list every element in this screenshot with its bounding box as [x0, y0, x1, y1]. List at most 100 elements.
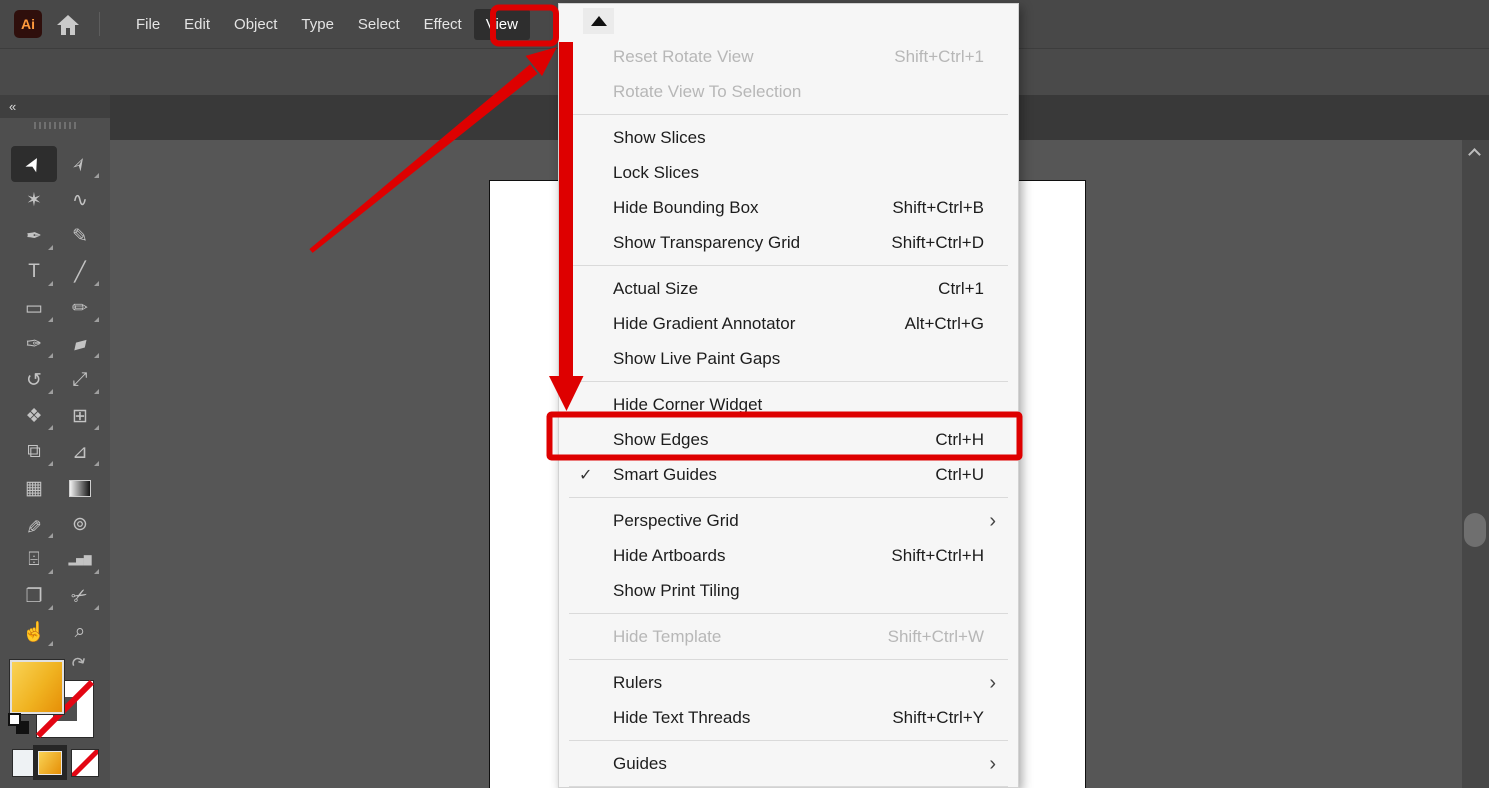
- symbol-sprayer-tool-icon: ⌹: [28, 549, 40, 570]
- checkmark-icon: ✓: [579, 466, 593, 484]
- scale-tool[interactable]: ⤢: [57, 362, 103, 398]
- menu-item-hide-gradient-annotator[interactable]: Hide Gradient Annotator Alt+Ctrl+G: [559, 306, 1018, 341]
- menu-item-hide-bounding-box[interactable]: Hide Bounding Box Shift+Ctrl+B: [559, 190, 1018, 225]
- scroll-up-icon[interactable]: [1468, 148, 1481, 161]
- paintbrush-tool[interactable]: ✏: [57, 290, 103, 326]
- free-transform-tool[interactable]: ⊞: [57, 398, 103, 434]
- symbol-sprayer-tool[interactable]: ⌹: [11, 542, 57, 578]
- scrollbar-thumb[interactable]: [1464, 513, 1486, 547]
- menu-item-actual-size[interactable]: Actual Size Ctrl+1: [559, 271, 1018, 306]
- scale-tool-icon: ⤢: [72, 369, 88, 390]
- menu-item-guides[interactable]: Guides ›: [559, 746, 1018, 781]
- menu-item-rulers[interactable]: Rulers ›: [559, 665, 1018, 700]
- mesh-tool-icon: ▦: [25, 477, 43, 499]
- column-graph-tool-icon: ▂▅▇: [68, 554, 92, 566]
- illustrator-logo-icon[interactable]: Ai: [14, 10, 42, 38]
- line-segment-tool[interactable]: ╱: [57, 254, 103, 290]
- rectangle-tool-icon: ▭: [25, 297, 43, 319]
- menu-item-label: Hide Corner Widget: [613, 394, 763, 414]
- shape-builder-tool-icon: ⧉: [27, 441, 41, 462]
- menu-item-shortcut: Alt+Ctrl+G: [904, 313, 984, 333]
- zoom-tool[interactable]: ⌕: [57, 614, 103, 650]
- none-mode-button[interactable]: [71, 749, 99, 777]
- menu-separator: [569, 613, 1008, 614]
- menu-separator: [569, 659, 1008, 660]
- menu-scroll-up-button[interactable]: [583, 8, 614, 34]
- menu-item-label: Actual Size: [613, 278, 699, 298]
- magic-wand-tool[interactable]: ✶: [11, 182, 57, 218]
- mesh-tool[interactable]: ▦: [11, 470, 57, 506]
- menu-item-hide-artboards[interactable]: Hide Artboards Shift+Ctrl+H: [559, 538, 1018, 573]
- menu-edit[interactable]: Edit: [172, 9, 222, 40]
- blend-tool[interactable]: ⊚: [57, 506, 103, 542]
- gradient-mode-button[interactable]: [33, 745, 67, 780]
- menu-object[interactable]: Object: [222, 9, 289, 40]
- menu-type[interactable]: Type: [289, 9, 346, 40]
- perspective-grid-tool[interactable]: ⊿: [57, 434, 103, 470]
- menu-item-smart-guides[interactable]: ✓ Smart Guides Ctrl+U: [559, 457, 1018, 492]
- scroll-up-arrow-icon: [590, 16, 607, 26]
- menu-item-show-print-tiling[interactable]: Show Print Tiling: [559, 573, 1018, 608]
- width-tool-icon: ❖: [25, 405, 43, 427]
- swap-fill-stroke-icon[interactable]: ↷: [68, 651, 92, 677]
- slice-tool[interactable]: ✂: [57, 578, 103, 614]
- curvature-tool[interactable]: ✎: [57, 218, 103, 254]
- menu-select[interactable]: Select: [346, 9, 412, 40]
- eyedropper-tool[interactable]: ✐: [11, 506, 57, 542]
- submenu-arrow-icon: ›: [989, 752, 996, 775]
- fill-color-proxy[interactable]: [9, 659, 65, 715]
- vertical-scrollbar[interactable]: [1462, 140, 1489, 788]
- rectangle-tool[interactable]: ▭: [11, 290, 57, 326]
- width-tool[interactable]: ❖: [11, 398, 57, 434]
- menu-item-label: Show Live Paint Gaps: [613, 348, 781, 368]
- home-icon[interactable]: [53, 12, 83, 38]
- hand-tool[interactable]: ☝: [11, 614, 57, 650]
- collapse-panel-icon[interactable]: «: [9, 99, 16, 114]
- menu-item-show-slices[interactable]: Show Slices: [559, 120, 1018, 155]
- pen-tool[interactable]: ✒: [11, 218, 57, 254]
- menu-item-label: Smart Guides: [613, 464, 717, 484]
- rotate-tool-icon: ↺: [26, 369, 42, 391]
- column-graph-tool[interactable]: ▂▅▇: [57, 542, 103, 578]
- view-menu-dropdown: Reset Rotate View Shift+Ctrl+1 Rotate View…: [558, 3, 1019, 788]
- menu-item-label: Show Edges: [613, 429, 709, 449]
- menu-item-show-transparency-grid[interactable]: Show Transparency Grid Shift+Ctrl+D: [559, 225, 1018, 260]
- menu-separator: [569, 381, 1008, 382]
- menu-view[interactable]: View: [473, 8, 530, 40]
- menu-item-show-live-paint-gaps[interactable]: Show Live Paint Gaps: [559, 341, 1018, 376]
- menu-item-label: Hide Text Threads: [613, 707, 751, 727]
- menu-item-hide-text-threads[interactable]: Hide Text Threads Shift+Ctrl+Y: [559, 700, 1018, 735]
- artboard-tool[interactable]: ❐: [11, 578, 57, 614]
- type-tool[interactable]: T: [11, 254, 57, 290]
- menu-item-perspective-grid[interactable]: Perspective Grid ›: [559, 503, 1018, 538]
- direct-selection-tool[interactable]: ➢: [57, 146, 103, 182]
- menu-item-shortcut: Shift+Ctrl+D: [891, 232, 984, 252]
- menubar-items: File Edit Object Type Select Effect View: [124, 0, 530, 48]
- menu-item-lock-slices[interactable]: Lock Slices: [559, 155, 1018, 190]
- menu-item-shortcut: Shift+Ctrl+1: [894, 46, 984, 66]
- selection-tool[interactable]: ➤: [11, 146, 57, 182]
- rotate-tool[interactable]: ↺: [11, 362, 57, 398]
- menu-item-hide-corner-widget[interactable]: Hide Corner Widget: [559, 387, 1018, 422]
- gradient-tool-icon: [69, 479, 91, 497]
- pen-tool-icon: ✒: [26, 225, 42, 247]
- eraser-tool[interactable]: ▰: [57, 326, 103, 362]
- tools-panel-header: «: [0, 95, 110, 118]
- shaper-tool[interactable]: ✑: [11, 326, 57, 362]
- menu-item-label: Hide Artboards: [613, 545, 726, 565]
- lasso-tool[interactable]: ∿: [57, 182, 103, 218]
- menu-separator: [569, 497, 1008, 498]
- panel-drag-handle[interactable]: [34, 122, 76, 129]
- menu-item-show-edges[interactable]: Show Edges Ctrl+H: [559, 422, 1018, 457]
- lasso-tool-icon: ∿: [72, 189, 88, 211]
- eraser-tool-icon: ▰: [70, 331, 90, 357]
- submenu-arrow-icon: ›: [989, 509, 996, 532]
- menu-file[interactable]: File: [124, 9, 172, 40]
- menu-item-shortcut: Shift+Ctrl+H: [891, 545, 984, 565]
- gradient-tool[interactable]: [57, 470, 103, 506]
- selection-tool-icon: ➤: [20, 152, 48, 176]
- default-fill-stroke-icon[interactable]: [8, 713, 30, 735]
- menu-item-label: Reset Rotate View: [613, 46, 754, 66]
- menu-effect[interactable]: Effect: [412, 9, 474, 40]
- shape-builder-tool[interactable]: ⧉: [11, 434, 57, 470]
